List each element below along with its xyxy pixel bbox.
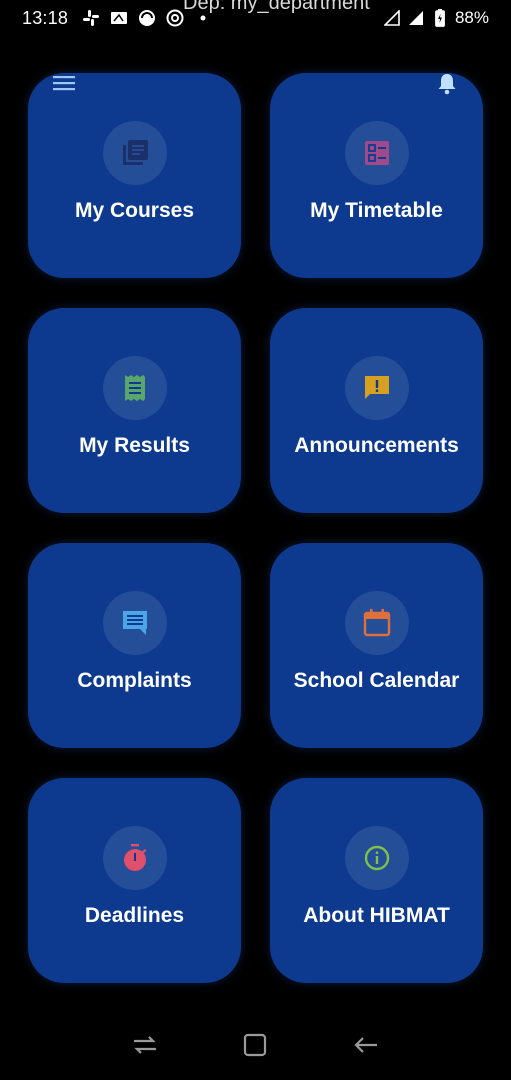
announcement-icon (344, 356, 409, 420)
tile-my-results[interactable]: My Results (28, 308, 241, 513)
sync-icon (138, 9, 156, 27)
tile-label: Complaints (77, 669, 192, 692)
card-icon (110, 9, 128, 27)
status-time: 13:18 (22, 7, 69, 28)
chat-icon (102, 591, 167, 655)
tile-my-timetable[interactable]: My Timetable (270, 73, 483, 278)
department-title: Dep: my_department (183, 0, 370, 14)
signal-icon-1 (383, 9, 401, 27)
home-square-icon (244, 1033, 267, 1057)
signal-icon-2 (407, 9, 425, 27)
checklist-icon (344, 121, 409, 185)
bell-icon (438, 74, 456, 95)
recents-button[interactable] (125, 1025, 165, 1065)
home-button[interactable] (235, 1025, 275, 1065)
at-icon (166, 9, 184, 27)
tile-label: About HIBMAT (303, 904, 450, 927)
dashboard-grid: My Courses My Timetable My Results Annou… (28, 73, 483, 983)
tile-label: My Courses (74, 199, 195, 222)
back-button[interactable] (346, 1025, 386, 1065)
receipt-icon (102, 356, 167, 420)
timer-icon (102, 826, 167, 890)
recents-icon (134, 1036, 157, 1054)
tile-complaints[interactable]: Complaints (28, 543, 241, 748)
status-bar: 13:18 Dep: my_department 88% (0, 0, 511, 36)
library-books-icon (102, 121, 167, 185)
tile-deadlines[interactable]: Deadlines (28, 778, 241, 983)
menu-button[interactable] (44, 66, 84, 100)
back-arrow-icon (354, 1037, 377, 1053)
notifications-button[interactable] (428, 66, 466, 102)
system-status: 88% (383, 8, 489, 28)
tile-school-calendar[interactable]: School Calendar (270, 543, 483, 748)
tile-about-hibmat[interactable]: About HIBMAT (270, 778, 483, 983)
tile-announcements[interactable]: Announcements (270, 308, 483, 513)
battery-percent: 88% (454, 8, 489, 27)
info-icon (344, 826, 409, 890)
home-screen: 13:18 Dep: my_department 88% My Courses … (0, 0, 511, 1080)
system-nav-bar (0, 1010, 511, 1080)
slack-icon (82, 9, 100, 27)
tile-label: My Timetable (310, 199, 443, 222)
tile-label: Announcements (294, 434, 459, 457)
battery-icon (431, 9, 449, 27)
tile-my-courses[interactable]: My Courses (28, 73, 241, 278)
menu-icon (53, 76, 75, 91)
tile-label: Deadlines (84, 904, 185, 927)
tile-label: School Calendar (293, 669, 460, 692)
calendar-icon (344, 591, 409, 655)
tile-label: My Results (79, 434, 190, 457)
